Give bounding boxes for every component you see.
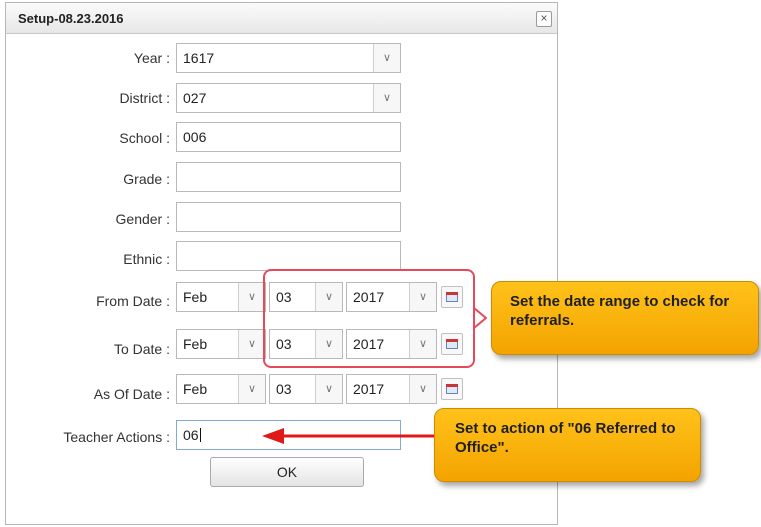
arrow-head [262,428,284,444]
highlight-pointer [473,307,487,329]
annotation-overlay [262,307,487,444]
